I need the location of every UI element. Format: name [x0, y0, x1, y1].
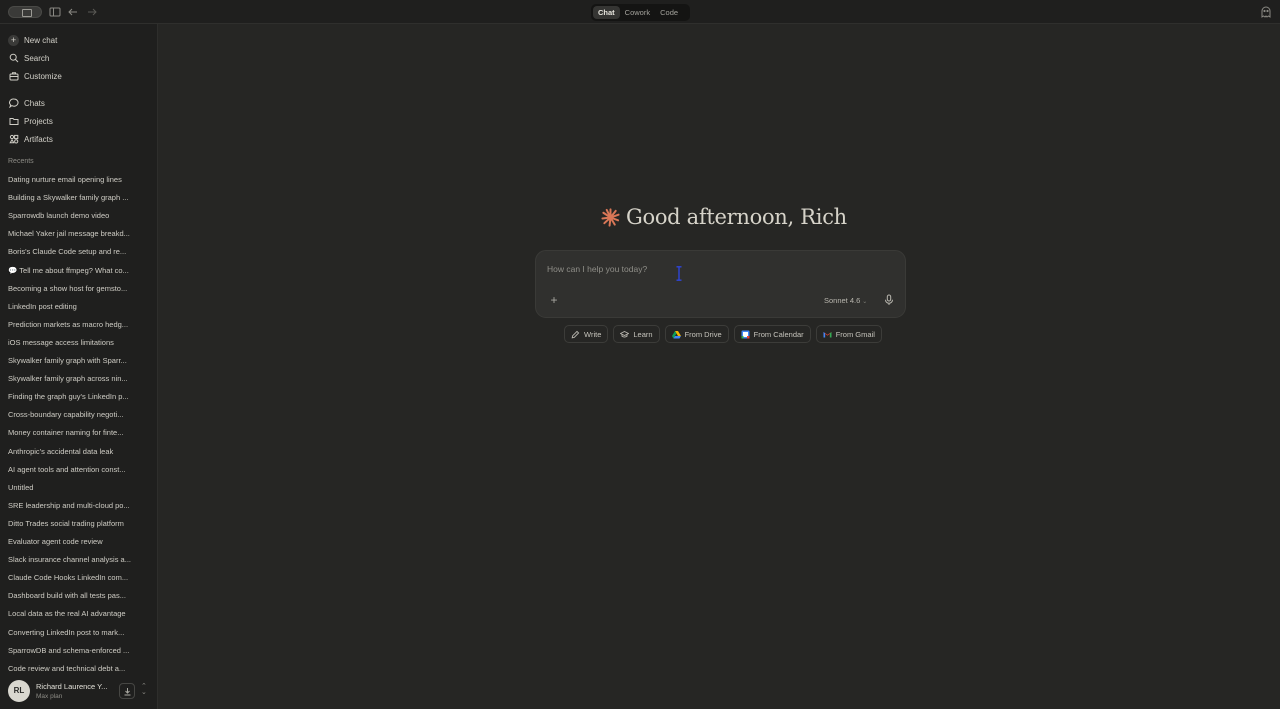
from-drive-chip[interactable]: From Drive [664, 325, 729, 343]
sidebar-toggle-icon[interactable] [47, 4, 63, 20]
recent-chat-item[interactable]: Michael Yaker jail message breakd... [8, 228, 142, 240]
from-gmail-chip[interactable]: From Gmail [815, 325, 882, 343]
recent-chat-item[interactable]: Cross-boundary capability negoti... [8, 409, 142, 421]
recent-chat-item[interactable]: Prediction markets as macro hedg... [8, 319, 142, 331]
download-button[interactable] [119, 683, 135, 699]
tab-chat[interactable]: Chat [593, 6, 620, 19]
recent-chat-item[interactable]: LinkedIn post editing [8, 301, 142, 313]
recent-chat-item[interactable]: Dating nurture email opening lines [8, 174, 142, 186]
google-drive-icon [671, 330, 681, 339]
incognito-icon[interactable] [1260, 5, 1272, 18]
recent-chat-item[interactable]: Local data as the real AI advantage [8, 608, 142, 620]
download-icon [124, 688, 131, 696]
quick-actions: Write Learn From Drive From Calendar Fro… [564, 325, 882, 343]
sidebar: + New chat Search Customize Chats Projec… [0, 24, 158, 709]
user-profile[interactable]: RL Richard Laurence Y... Max plan ⌃ ⌄ [0, 673, 158, 709]
nav-label: Artifacts [24, 134, 53, 144]
recent-chat-item[interactable]: Finding the graph guy's LinkedIn p... [8, 391, 142, 403]
message-input[interactable] [547, 262, 847, 276]
write-chip[interactable]: Write [564, 325, 609, 343]
graduation-cap-icon [620, 330, 630, 339]
nav-label: Chats [24, 98, 45, 108]
learn-chip[interactable]: Learn [613, 325, 660, 343]
tab-code[interactable]: Code [655, 6, 683, 19]
microphone-icon[interactable] [883, 294, 895, 306]
recent-chat-item[interactable]: Dashboard build with all tests pas... [8, 590, 142, 602]
chevron-down-icon: ⌄ [862, 299, 868, 305]
recent-chat-item[interactable]: Money container naming for finte... [8, 427, 142, 439]
greeting-text: Good afternoon, Rich [626, 205, 847, 229]
text-cursor-icon [676, 266, 682, 281]
chevron-up-down-icon[interactable]: ⌃ ⌄ [141, 683, 147, 696]
gmail-icon [823, 330, 832, 339]
recent-chat-item[interactable]: SRE leadership and multi-cloud po... [8, 500, 142, 512]
sidebar-item-chats[interactable]: Chats [8, 95, 45, 111]
mode-switcher: Chat Cowork Code [591, 4, 690, 21]
from-calendar-chip[interactable]: From Calendar [733, 325, 811, 343]
title-bar: Chat Cowork Code [0, 0, 1280, 24]
recent-chat-item[interactable]: Converting LinkedIn post to mark... [8, 627, 142, 639]
user-plan: Max plan [36, 693, 63, 700]
chip-label: Learn [633, 329, 653, 339]
model-label: Sonnet 4.6 [824, 296, 861, 305]
claude-logo-icon [601, 207, 620, 227]
recent-chat-item[interactable]: Untitled [8, 482, 142, 494]
recent-chat-item[interactable]: Skywalker family graph with Sparr... [8, 355, 142, 367]
search-icon [8, 53, 19, 64]
plus-icon: + [8, 34, 19, 46]
recent-chat-item[interactable]: Slack insurance channel analysis a... [8, 554, 142, 566]
pencil-icon [571, 330, 580, 339]
nav-label: Projects [24, 116, 53, 126]
nav-label: New chat [24, 35, 58, 45]
model-selector[interactable]: Sonnet 4.6 ⌄ [824, 296, 867, 305]
recent-chat-item[interactable]: 💬 Tell me about ffmpeg? What co... [8, 265, 142, 277]
recent-chat-item[interactable]: AI agent tools and attention const... [8, 464, 142, 476]
folder-icon [8, 116, 19, 127]
recents-heading: Recents [8, 158, 34, 165]
nav-label: Search [24, 53, 50, 63]
greeting: Good afternoon, Rich [601, 203, 847, 231]
google-calendar-icon [741, 330, 750, 339]
window-menu-button[interactable] [8, 6, 42, 18]
recent-chat-item[interactable]: SparrowDB and schema-enforced ... [8, 645, 142, 657]
avatar: RL [8, 680, 30, 702]
back-arrow-icon[interactable] [65, 4, 81, 20]
recent-chat-item[interactable]: Claude Code Hooks LinkedIn com... [8, 572, 142, 584]
sidebar-item-search[interactable]: Search [8, 50, 49, 66]
attach-plus-button[interactable]: + [548, 294, 560, 306]
recent-chat-item[interactable]: Sparrowdb launch demo video [8, 210, 142, 222]
chat-bubble-icon [8, 98, 19, 109]
user-name: Richard Laurence Y... [36, 682, 108, 691]
chip-label: From Drive [684, 329, 722, 339]
recent-chat-item[interactable]: Building a Skywalker family graph ... [8, 192, 142, 204]
artifacts-icon [8, 134, 19, 145]
chip-label: Write [584, 329, 602, 339]
recent-chat-item[interactable]: Becoming a show host for gemsto... [8, 283, 142, 295]
recent-chat-item[interactable]: Ditto Trades social trading platform [8, 518, 142, 530]
tab-cowork[interactable]: Cowork [620, 6, 655, 19]
briefcase-icon [8, 71, 19, 82]
nav-label: Customize [24, 71, 62, 81]
chip-label: From Calendar [753, 329, 804, 339]
forward-arrow-icon[interactable] [84, 4, 100, 20]
recent-chat-item[interactable]: Evaluator agent code review [8, 536, 142, 548]
recent-chat-item[interactable]: Boris's Claude Code setup and re... [8, 246, 142, 258]
recent-chat-item[interactable]: iOS message access limitations [8, 337, 142, 349]
composer: + Sonnet 4.6⌄ [535, 250, 906, 318]
sidebar-item-customize[interactable]: Customize [8, 68, 62, 84]
sidebar-item-artifacts[interactable]: Artifacts [8, 131, 53, 147]
chip-label: From Gmail [835, 329, 875, 339]
new-chat-button[interactable]: + New chat [8, 32, 57, 48]
recent-chat-item[interactable]: Skywalker family graph across nin... [8, 373, 142, 385]
recent-chat-item[interactable]: Anthropic's accidental data leak [8, 446, 142, 458]
sidebar-item-projects[interactable]: Projects [8, 113, 53, 129]
